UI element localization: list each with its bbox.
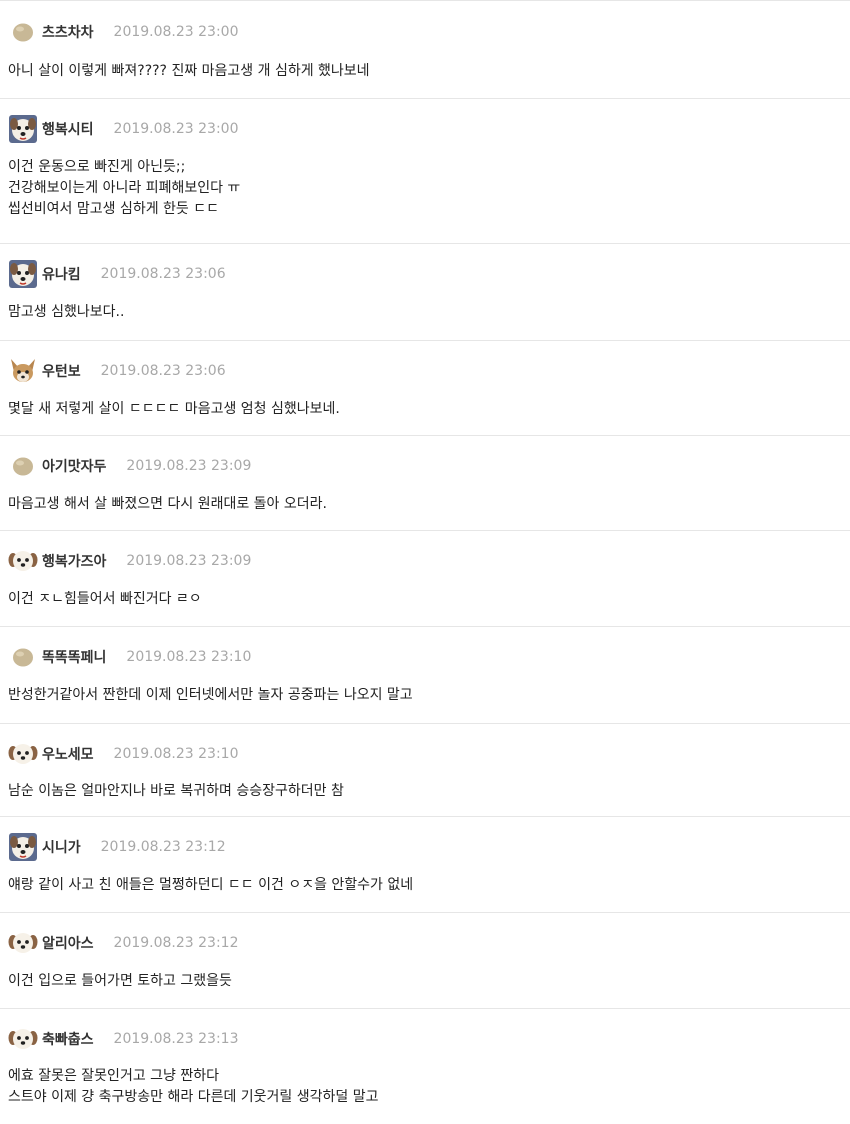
dog-face-icon[interactable] xyxy=(8,832,38,862)
comment-line: 아니 살이 이렇게 빠져???? 진짜 마음고생 개 심하게 했나보네 xyxy=(8,63,370,79)
comment-list: 츠츠차차 2019.08.23 23:00 아니 살이 이렇게 빠져???? 진짜 … xyxy=(0,0,850,1124)
comment-body: 반성한거같아서 짠한데 이제 인터넷에서만 놀자 공중파는 나오지 말고 xyxy=(8,685,413,706)
dog-face-icon[interactable] xyxy=(8,114,38,144)
comment-line: 마음고생 해서 살 빠졌으면 다시 원래대로 돌아 오더라. xyxy=(8,496,327,512)
puppy-icon[interactable] xyxy=(8,546,38,576)
comment-item: 행복시티 2019.08.23 23:00 이건 운동으로 빠진게 아닌듯;; 건강해… xyxy=(0,99,850,244)
comment-body: 남순 이놈은 얼마안지나 바로 복귀하며 승승장구하더만 참 xyxy=(8,781,344,802)
comment-header: 츠츠차차 2019.08.23 23:00 xyxy=(8,17,239,47)
comment-header: 행복시티 2019.08.23 23:00 xyxy=(8,114,239,144)
comment-item: 유나킴 2019.08.23 23:06 맘고생 심했나보다.. xyxy=(0,244,850,341)
comment-header: 우노세모 2019.08.23 23:10 xyxy=(8,739,239,769)
comment-author[interactable]: 유나킴 xyxy=(42,264,81,284)
comment-author[interactable]: 알리아스 xyxy=(42,933,94,953)
fox-face-icon[interactable] xyxy=(8,356,38,386)
comment-timestamp: 2019.08.23 23:12 xyxy=(113,935,239,951)
comment-line: 에효 잘못은 잘못인거고 그냥 짠하다 xyxy=(8,1068,219,1084)
comment-item: 축빠춥스 2019.08.23 23:13 에효 잘못은 잘못인거고 그냥 짠하다스… xyxy=(0,1009,850,1124)
comment-item: 아기맛자두 2019.08.23 23:09 마음고생 해서 살 빠졌으면 다시 원… xyxy=(0,436,850,531)
comment-body: 이건 운동으로 빠진게 아닌듯;; 건강해보이는게 아니라 피폐해보인다 ㅠ 씹선비… xyxy=(8,157,240,220)
comment-item: 행복가즈아 2019.08.23 23:09 이건 ㅈㄴ힘들어서 빠진거다 ㄹㅇ xyxy=(0,531,850,627)
comment-timestamp: 2019.08.23 23:00 xyxy=(113,121,239,137)
comment-timestamp: 2019.08.23 23:09 xyxy=(126,458,252,474)
comment-body: 얘랑 같이 사고 친 애들은 멀쩡하던디 ㄷㄷ 이건 ㅇㅈ을 안할수가 없네 xyxy=(8,875,413,896)
puppy-icon[interactable] xyxy=(8,928,38,958)
comment-line: 씹선비여서 맘고생 심하게 한듯 ㄷㄷ xyxy=(8,201,219,217)
comment-line: 건강해보이는게 아니라 피폐해보인다 ㅠ xyxy=(8,180,241,196)
comment-line: 이건 ㅈㄴ힘들어서 빠진거다 ㄹㅇ xyxy=(8,591,202,607)
comment-line: 반성한거같아서 짠한데 이제 인터넷에서만 놀자 공중파는 나오지 말고 xyxy=(8,687,413,703)
blob-icon[interactable] xyxy=(8,451,38,481)
comment-timestamp: 2019.08.23 23:06 xyxy=(100,363,226,379)
comment-author[interactable]: 우노세모 xyxy=(42,744,94,764)
comment-author[interactable]: 똑똑똑페니 xyxy=(42,647,106,667)
comment-author[interactable]: 츠츠차차 xyxy=(42,22,94,42)
comment-line: 이건 운동으로 빠진게 아닌듯;; xyxy=(8,159,186,175)
comment-author[interactable]: 우턴보 xyxy=(42,361,81,381)
comment-body: 맘고생 심했나보다.. xyxy=(8,302,124,323)
comment-header: 아기맛자두 2019.08.23 23:09 xyxy=(8,451,251,481)
comment-line: 이건 입으로 들어가면 토하고 그랬을듯 xyxy=(8,973,232,989)
comment-line: 맘고생 심했나보다.. xyxy=(8,304,125,320)
comment-timestamp: 2019.08.23 23:12 xyxy=(100,839,226,855)
comment-header: 축빠춥스 2019.08.23 23:13 xyxy=(8,1024,239,1054)
comment-item: 우노세모 2019.08.23 23:10 남순 이놈은 얼마안지나 바로 복귀하며… xyxy=(0,724,850,817)
comment-item: 똑똑똑페니 2019.08.23 23:10 반성한거같아서 짠한데 이제 인터넷에… xyxy=(0,627,850,724)
comment-line: 몇달 새 저렇게 살이 ㄷㄷㄷㄷ 마음고생 엄청 심했나보네. xyxy=(8,401,340,417)
comment-body: 마음고생 해서 살 빠졌으면 다시 원래대로 돌아 오더라. xyxy=(8,494,327,515)
comment-line: 얘랑 같이 사고 친 애들은 멀쩡하던디 ㄷㄷ 이건 ㅇㅈ을 안할수가 없네 xyxy=(8,877,414,893)
blob-icon[interactable] xyxy=(8,17,38,47)
comment-body: 이건 입으로 들어가면 토하고 그랬을듯 xyxy=(8,971,232,992)
comment-body: 아니 살이 이렇게 빠져???? 진짜 마음고생 개 심하게 했나보네 xyxy=(8,61,370,82)
comment-author[interactable]: 행복가즈아 xyxy=(42,551,106,571)
comment-item: 츠츠차차 2019.08.23 23:00 아니 살이 이렇게 빠져???? 진짜 … xyxy=(0,2,850,99)
comment-author[interactable]: 시니가 xyxy=(42,837,81,857)
comment-header: 유나킴 2019.08.23 23:06 xyxy=(8,259,226,289)
comment-timestamp: 2019.08.23 23:06 xyxy=(100,266,226,282)
comment-author[interactable]: 행복시티 xyxy=(42,119,94,139)
comment-body: 에효 잘못은 잘못인거고 그냥 짠하다스트야 이제 걍 축구방송만 해라 다른데… xyxy=(8,1066,378,1108)
comment-timestamp: 2019.08.23 23:09 xyxy=(126,553,252,569)
puppy-icon[interactable] xyxy=(8,1024,38,1054)
comment-header: 행복가즈아 2019.08.23 23:09 xyxy=(8,546,251,576)
comment-line: 남순 이놈은 얼마안지나 바로 복귀하며 승승장구하더만 참 xyxy=(8,783,344,799)
comment-timestamp: 2019.08.23 23:00 xyxy=(113,24,239,40)
comment-item: 알리아스 2019.08.23 23:12 이건 입으로 들어가면 토하고 그랬을듯 xyxy=(0,913,850,1009)
dog-face-icon[interactable] xyxy=(8,259,38,289)
comment-header: 우턴보 2019.08.23 23:06 xyxy=(8,356,226,386)
comment-item: 우턴보 2019.08.23 23:06 몇달 새 저렇게 살이 ㄷㄷㄷㄷ 마음고생… xyxy=(0,341,850,436)
comment-author[interactable]: 아기맛자두 xyxy=(42,456,106,476)
comment-line: 스트야 이제 걍 축구방송만 해라 다른데 기웃거릴 생각하덜 말고 xyxy=(8,1089,379,1105)
comment-header: 시니가 2019.08.23 23:12 xyxy=(8,832,226,862)
comment-timestamp: 2019.08.23 23:13 xyxy=(113,1031,239,1047)
comment-body: 이건 ㅈㄴ힘들어서 빠진거다 ㄹㅇ xyxy=(8,589,202,610)
comment-header: 알리아스 2019.08.23 23:12 xyxy=(8,928,239,958)
blob-icon[interactable] xyxy=(8,642,38,672)
comment-timestamp: 2019.08.23 23:10 xyxy=(113,746,239,762)
puppy-icon[interactable] xyxy=(8,739,38,769)
comment-header: 똑똑똑페니 2019.08.23 23:10 xyxy=(8,642,251,672)
comment-body: 몇달 새 저렇게 살이 ㄷㄷㄷㄷ 마음고생 엄청 심했나보네. xyxy=(8,399,340,420)
comment-timestamp: 2019.08.23 23:10 xyxy=(126,649,252,665)
comment-author[interactable]: 축빠춥스 xyxy=(42,1029,94,1049)
comment-item: 시니가 2019.08.23 23:12 얘랑 같이 사고 친 애들은 멀쩡하던디 … xyxy=(0,817,850,913)
